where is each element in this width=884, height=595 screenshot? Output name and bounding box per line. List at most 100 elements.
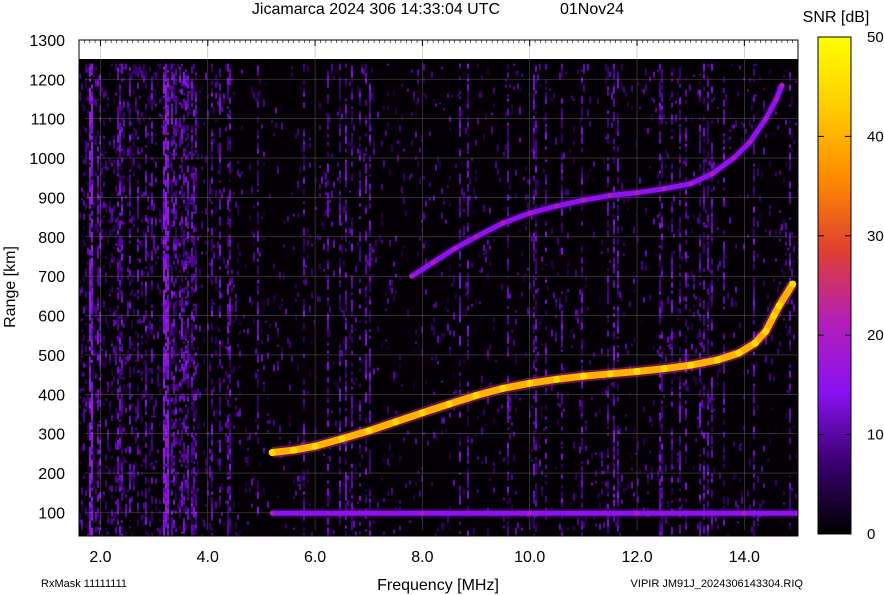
noise-pixel: [175, 190, 177, 198]
noise-pixel: [117, 159, 119, 167]
noise-pixel: [289, 341, 291, 348]
noise-pixel: [257, 65, 259, 70]
noise-pixel: [151, 431, 153, 439]
noise-pixel: [229, 403, 231, 408]
noise-pixel: [113, 312, 115, 317]
noise-pixel: [459, 66, 461, 70]
noise-pixel: [369, 366, 371, 369]
noise-pixel: [545, 182, 547, 185]
noise-pixel: [185, 197, 187, 200]
noise-pixel: [327, 113, 329, 117]
noise-pixel: [617, 74, 619, 79]
noise-pixel: [193, 452, 195, 456]
noise-pixel: [105, 316, 107, 324]
noise-pixel: [123, 487, 125, 495]
noise-pixel: [535, 486, 537, 494]
noise-pixel: [127, 300, 129, 303]
noise-pixel: [185, 360, 187, 367]
noise-pixel: [507, 526, 509, 534]
noise-pixel: [369, 163, 371, 169]
noise-pixel: [351, 324, 353, 327]
noise-pixel: [199, 268, 201, 275]
noise-pixel: [403, 246, 405, 249]
noise-pixel: [339, 350, 341, 353]
noise-pixel: [631, 467, 633, 471]
noise-pixel: [213, 252, 215, 259]
noise-pixel: [467, 90, 469, 94]
noise-pixel: [345, 272, 347, 278]
noise-pixel: [561, 411, 563, 418]
noise-pixel: [303, 165, 305, 171]
noise-pixel: [219, 291, 221, 299]
noise-pixel: [255, 372, 257, 379]
noise-pixel: [261, 328, 263, 334]
noise-pixel: [219, 276, 221, 281]
noise-pixel: [113, 376, 115, 382]
noise-pixel: [213, 410, 215, 417]
noise-pixel: [163, 479, 165, 484]
noise-pixel: [201, 210, 203, 213]
noise-pixel: [179, 450, 181, 454]
noise-pixel: [257, 104, 259, 108]
noise-pixel: [111, 162, 113, 167]
noise-pixel: [149, 487, 151, 492]
noise-pixel: [139, 63, 141, 66]
noise-pixel: [655, 107, 657, 113]
noise-pixel: [571, 95, 573, 99]
noise-pixel: [257, 91, 259, 96]
noise-pixel: [383, 105, 385, 110]
noise-pixel: [193, 496, 195, 504]
noise-pixel: [613, 68, 615, 75]
noise-pixel: [629, 301, 631, 307]
noise-pixel: [217, 169, 219, 175]
noise-pixel: [545, 347, 547, 355]
noise-pixel: [109, 289, 111, 292]
noise-pixel: [563, 367, 565, 373]
noise-pixel: [297, 180, 299, 188]
noise-pixel: [531, 237, 533, 242]
noise-pixel: [227, 288, 229, 295]
noise-pixel: [129, 446, 131, 454]
noise-pixel: [161, 217, 163, 225]
noise-pixel: [89, 335, 91, 342]
noise-pixel: [165, 276, 167, 284]
noise-pixel: [191, 333, 193, 338]
noise-pixel: [249, 433, 251, 440]
noise-pixel: [165, 225, 167, 231]
noise-pixel: [577, 484, 579, 487]
noise-pixel: [191, 376, 193, 381]
noise-pixel: [191, 289, 193, 297]
noise-pixel: [151, 348, 153, 355]
noise-pixel: [617, 440, 619, 447]
noise-pixel: [195, 526, 197, 529]
noise-pixel: [345, 159, 347, 162]
noise-pixel: [115, 218, 117, 223]
noise-pixel: [195, 524, 197, 527]
noise-pixel: [533, 115, 535, 119]
noise-pixel: [173, 409, 175, 416]
noise-pixel: [335, 420, 337, 426]
noise-pixel: [163, 296, 165, 303]
noise-pixel: [365, 446, 367, 452]
noise-pixel: [113, 135, 115, 140]
noise-pixel: [153, 158, 155, 164]
noise-pixel: [229, 463, 231, 471]
noise-pixel: [165, 237, 167, 245]
noise-pixel: [617, 81, 619, 89]
noise-pixel: [119, 445, 121, 450]
noise-pixel: [257, 398, 259, 406]
noise-pixel: [181, 497, 183, 500]
noise-pixel: [473, 210, 475, 213]
noise-pixel: [95, 334, 97, 341]
noise-pixel: [399, 140, 401, 146]
noise-pixel: [165, 113, 167, 121]
noise-pixel: [459, 128, 461, 132]
noise-pixel: [309, 305, 311, 313]
noise-pixel: [97, 306, 99, 311]
noise-pixel: [545, 126, 547, 133]
noise-pixel: [195, 393, 197, 401]
noise-pixel: [87, 434, 89, 440]
noise-pixel: [119, 289, 121, 295]
noise-pixel: [573, 382, 575, 385]
noise-pixel: [175, 294, 177, 299]
